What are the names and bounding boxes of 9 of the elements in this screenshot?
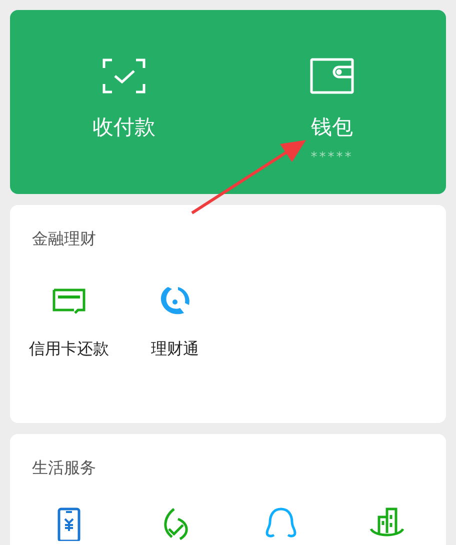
service-label[interactable]: 理财通 [151, 337, 199, 361]
card-icon [52, 288, 86, 314]
scan-check-icon [102, 58, 146, 94]
phone-yuan-icon [57, 507, 81, 541]
hidden-balance: ***** [310, 149, 354, 168]
wallet-icon [310, 58, 354, 94]
service-label[interactable]: 信用卡还款 [29, 337, 109, 361]
section-title: 生活服务 [32, 458, 96, 477]
section-title: 金融理财 [32, 229, 96, 248]
